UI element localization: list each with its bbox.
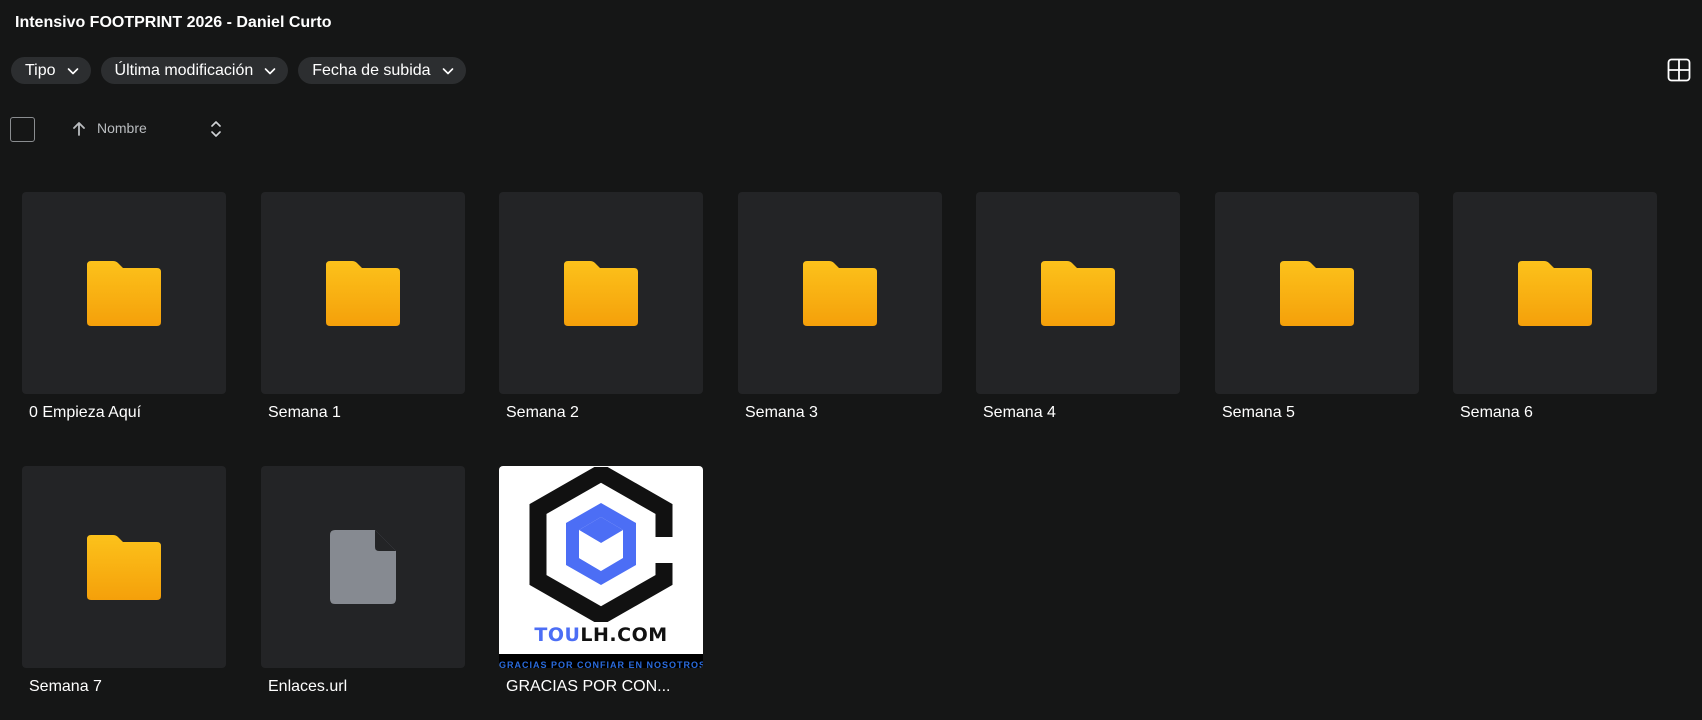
item-thumbnail — [22, 466, 226, 668]
item-thumbnail — [499, 192, 703, 394]
folder-item[interactable]: Semana 5 — [1215, 192, 1419, 422]
file-browser: Intensivo FOOTPRINT 2026 - Daniel Curto … — [0, 0, 1702, 720]
item-thumbnail — [261, 466, 465, 668]
filter-type-label: Tipo — [25, 61, 56, 79]
sort-name-label[interactable]: Nombre — [97, 120, 147, 136]
filter-upload-date-label: Fecha de subida — [312, 61, 431, 79]
item-name: Semana 2 — [506, 404, 579, 421]
folder-item[interactable]: Semana 2 — [499, 192, 703, 422]
item-thumbnail — [1453, 192, 1657, 394]
folder-item[interactable]: Semana 3 — [738, 192, 942, 422]
file-item[interactable]: Enlaces.url — [261, 466, 465, 696]
item-thumbnail — [738, 192, 942, 394]
chevron-down-icon — [67, 67, 78, 74]
item-name: Semana 3 — [745, 404, 818, 421]
folder-icon — [1518, 261, 1592, 326]
folder-icon — [803, 261, 877, 326]
file-icon — [330, 530, 396, 604]
folder-icon — [87, 535, 161, 600]
logo-wordmark: TOULH.COM — [534, 624, 668, 646]
item-name: Semana 1 — [268, 404, 341, 421]
image-item[interactable]: TOULH.COM GRACIAS POR CONFIAR EN NOSOTRO… — [499, 466, 703, 696]
folder-item[interactable]: Semana 6 — [1453, 192, 1657, 422]
folder-item[interactable]: 0 Empieza Aquí — [22, 192, 226, 422]
sort-updown-icon[interactable] — [209, 119, 223, 139]
cube-logo-icon — [529, 467, 676, 622]
logo-strip: GRACIAS POR CONFIAR EN NOSOTROS — [499, 654, 703, 668]
arrow-up-icon[interactable] — [70, 120, 88, 138]
folder-item[interactable]: Semana 1 — [261, 192, 465, 422]
folder-icon — [326, 261, 400, 326]
chevron-down-icon — [442, 67, 453, 74]
item-thumbnail — [22, 192, 226, 394]
item-name: Semana 4 — [983, 404, 1056, 421]
item-name: 0 Empieza Aquí — [29, 404, 142, 421]
filter-upload-date-chip[interactable]: Fecha de subida — [298, 57, 466, 84]
grid-view-icon[interactable] — [1667, 58, 1691, 82]
filter-bar: Tipo Última modificación Fecha de subida — [11, 57, 466, 84]
folder-icon — [1041, 261, 1115, 326]
chevron-down-icon — [264, 67, 276, 74]
folder-item[interactable]: Semana 4 — [976, 192, 1180, 422]
folder-icon — [87, 261, 161, 326]
folder-item[interactable]: Semana 7 — [22, 466, 226, 696]
item-name: Semana 6 — [1460, 404, 1533, 421]
folder-icon — [564, 261, 638, 326]
item-thumbnail — [1215, 192, 1419, 394]
item-name: Enlaces.url — [268, 678, 348, 695]
filter-modified-chip[interactable]: Última modificación — [100, 57, 289, 84]
item-name: GRACIAS POR CON... — [506, 678, 671, 695]
item-thumbnail — [976, 192, 1180, 394]
select-all-checkbox[interactable] — [10, 116, 35, 142]
item-thumbnail: TOULH.COM GRACIAS POR CONFIAR EN NOSOTRO… — [499, 466, 703, 668]
item-name: Semana 5 — [1222, 404, 1295, 421]
filter-modified-label: Última modificación — [114, 61, 254, 79]
page-title: Intensivo FOOTPRINT 2026 - Daniel Curto — [15, 14, 332, 31]
folder-icon — [1280, 261, 1354, 326]
filter-type-chip[interactable]: Tipo — [11, 57, 91, 84]
item-name: Semana 7 — [29, 678, 102, 695]
sort-bar: Nombre — [10, 116, 221, 142]
item-thumbnail — [261, 192, 465, 394]
